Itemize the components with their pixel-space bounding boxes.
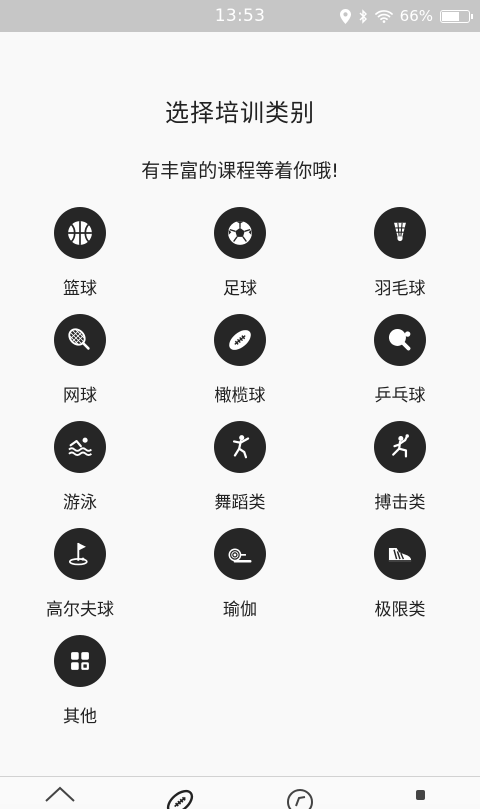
- category-label: 网球: [63, 386, 97, 406]
- category-golf[interactable]: 高尔夫球: [0, 528, 160, 635]
- category-swimming[interactable]: 游泳: [0, 421, 160, 528]
- grid-apps-icon: [54, 635, 106, 687]
- battery-icon: [440, 9, 473, 23]
- football-icon: [214, 314, 266, 366]
- category-label: 极限类: [374, 600, 426, 620]
- page-subtitle: 有丰富的课程等着你哦!: [141, 160, 339, 182]
- soccer-ball-icon: [214, 207, 266, 259]
- category-yoga[interactable]: 瑜伽: [160, 528, 320, 635]
- category-label: 足球: [223, 279, 257, 299]
- category-label: 高尔夫球: [46, 600, 114, 620]
- category-extreme[interactable]: 极限类: [320, 528, 480, 635]
- category-basketball[interactable]: 篮球: [0, 207, 160, 314]
- category-label: 橄榄球: [214, 386, 266, 406]
- sneaker-icon: [374, 528, 426, 580]
- category-label: 其他: [63, 707, 97, 727]
- swimmer-icon: [54, 421, 106, 473]
- ping-pong-paddle-icon: [374, 314, 426, 366]
- category-label: 羽毛球: [374, 279, 426, 299]
- basketball-icon: [54, 207, 106, 259]
- category-label: 乒乓球: [374, 386, 426, 406]
- bottom-tab-bar: [0, 776, 480, 809]
- category-label: 瑜伽: [223, 600, 257, 620]
- category-dance[interactable]: 舞蹈类: [160, 421, 320, 528]
- dancer-icon: [214, 421, 266, 473]
- tab-discover[interactable]: [280, 785, 320, 809]
- football-icon: [166, 789, 194, 809]
- status-bar: 13:53 66%: [0, 0, 480, 32]
- tab-profile[interactable]: [400, 785, 440, 809]
- golf-flag-icon: [54, 528, 106, 580]
- tab-courses[interactable]: [160, 785, 200, 809]
- yoga-mat-icon: [214, 528, 266, 580]
- profile-icon: [416, 790, 425, 800]
- page-title: 选择培训类别: [165, 99, 315, 127]
- shuttlecock-icon: [374, 207, 426, 259]
- battery-fill: [442, 11, 459, 21]
- battery-percent: 66%: [399, 7, 433, 25]
- category-pingpong[interactable]: 乒乓球: [320, 314, 480, 421]
- bluetooth-icon: [359, 8, 367, 24]
- category-label: 舞蹈类: [214, 493, 266, 513]
- location-icon: [339, 8, 351, 24]
- category-rugby[interactable]: 橄榄球: [160, 314, 320, 421]
- fighter-icon: [374, 421, 426, 473]
- category-tennis[interactable]: 网球: [0, 314, 160, 421]
- category-soccer[interactable]: 足球: [160, 207, 320, 314]
- status-icons: 66%: [339, 0, 473, 32]
- tennis-racket-icon: [54, 314, 106, 366]
- wifi-icon: [374, 10, 393, 23]
- category-grid: 篮球 足球 羽毛球 网球 橄榄球 乒乓球 游泳 舞蹈类 搏击类 高尔夫球 瑜伽 …: [0, 207, 480, 742]
- category-label: 篮球: [63, 279, 97, 299]
- category-combat[interactable]: 搏击类: [320, 421, 480, 528]
- compass-icon: [287, 789, 313, 809]
- category-badminton[interactable]: 羽毛球: [320, 207, 480, 314]
- category-label: 搏击类: [374, 493, 426, 513]
- category-label: 游泳: [63, 493, 97, 513]
- category-other[interactable]: 其他: [0, 635, 160, 742]
- tab-home[interactable]: [40, 785, 80, 809]
- home-icon: [45, 786, 75, 802]
